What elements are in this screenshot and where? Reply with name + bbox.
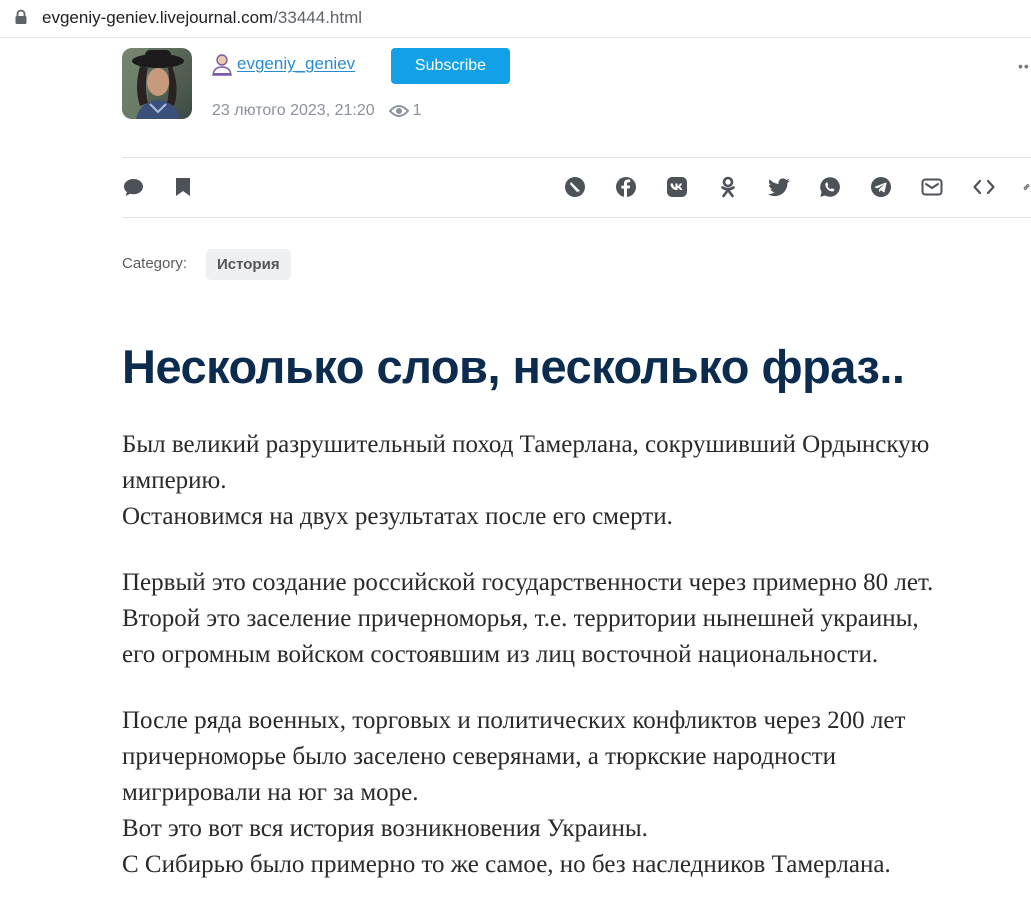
bookmark-icon[interactable] [172, 176, 194, 198]
embed-icon[interactable] [973, 176, 995, 198]
author-username-link[interactable]: evgeniy_geniev [237, 54, 355, 74]
post-line: Остановимся на двух результатах после ег… [122, 503, 673, 530]
post-line: Второй это заселение причерноморья, т.е.… [122, 605, 919, 632]
whatsapp-icon[interactable] [819, 176, 841, 198]
twitter-icon[interactable] [768, 176, 790, 198]
odnoklassniki-icon[interactable] [717, 176, 739, 198]
link-icon[interactable] [1022, 176, 1031, 198]
url-domain: evgeniy-geniev.livejournal.com [42, 8, 274, 27]
post-line: Был великий разрушительный поход Тамерла… [122, 431, 930, 458]
post-line: причерноморье было заселено северянами, … [122, 743, 837, 770]
more-options-icon[interactable]: •• [1018, 58, 1030, 74]
post-body: Был великий разрушительный поход Тамерла… [122, 427, 1027, 883]
livejournal-icon[interactable] [564, 176, 586, 198]
telegram-icon[interactable] [870, 176, 892, 198]
view-count: 1 [412, 102, 422, 119]
subscribe-button[interactable]: Subscribe [391, 48, 510, 84]
divider-top [122, 157, 1031, 158]
post-title: Несколько слов, несколько фраз.. [122, 340, 905, 393]
url-path: /33444.html [273, 8, 363, 27]
avatar[interactable] [122, 48, 192, 119]
vk-icon[interactable] [666, 176, 688, 198]
lock-icon [15, 9, 27, 24]
post-line: его огромным войском состоявшим из лиц в… [122, 641, 879, 668]
post-line: С Сибирью было примерно то же самое, но … [122, 851, 891, 878]
url-text[interactable]: evgeniy-geniev.livejournal.com/33444.htm… [42, 7, 362, 29]
address-bar[interactable]: evgeniy-geniev.livejournal.com/33444.htm… [0, 0, 1031, 38]
email-icon[interactable] [921, 176, 943, 198]
post-line: После ряда военных, торговых и политичес… [122, 707, 906, 734]
facebook-icon[interactable] [615, 176, 637, 198]
post-line: Первый это создание российской государст… [122, 569, 934, 596]
category-tag[interactable]: История [206, 249, 291, 280]
comment-icon[interactable] [122, 176, 144, 198]
author-row: evgeniy_geniev [211, 52, 355, 76]
post-meta: 23 лютого 2023, 21:20 1 [212, 100, 422, 122]
eye-icon [388, 105, 409, 117]
user-icon [212, 54, 232, 76]
post-line: империю. [122, 467, 227, 494]
divider-bottom [122, 217, 1031, 218]
category-label: Category: [122, 255, 188, 272]
post-line: Вот это вот вся история возникновения Ук… [122, 815, 648, 842]
post-date: 23 лютого 2023, 21:20 [212, 102, 375, 119]
post-line: мигрировали на юг за море. [122, 779, 419, 806]
